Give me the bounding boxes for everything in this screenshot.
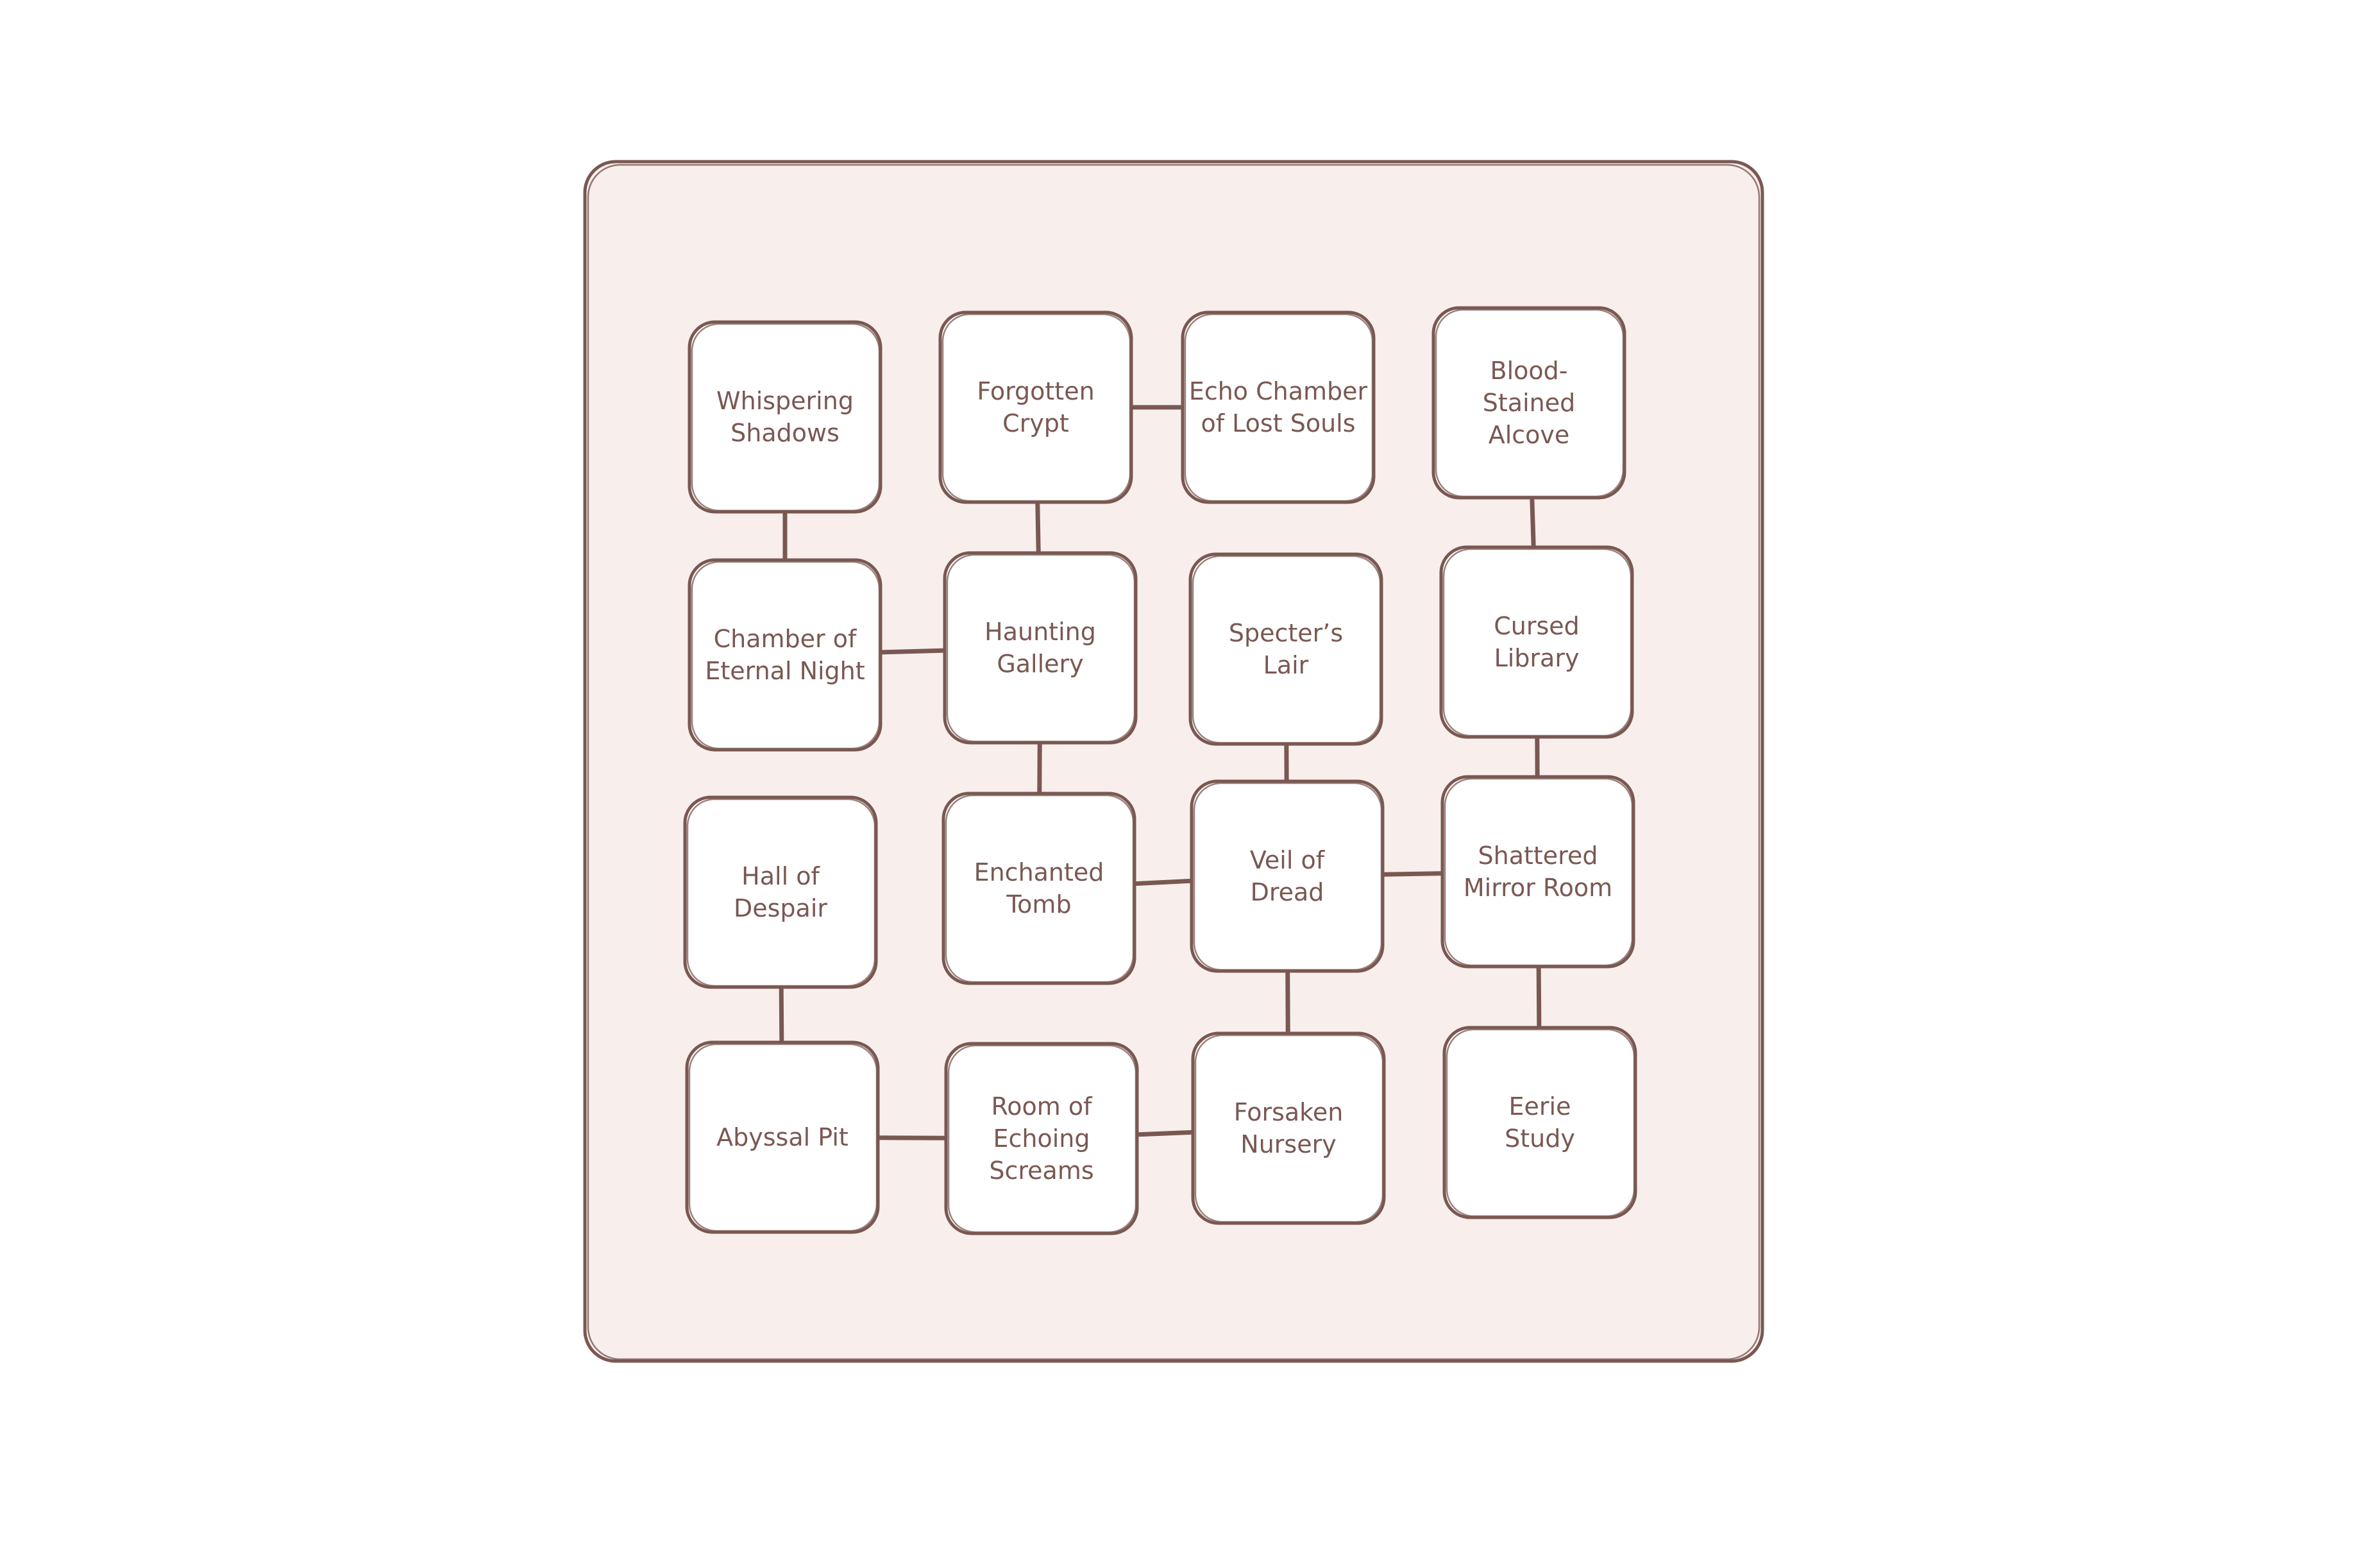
room-label-line: Echoing <box>993 1124 1090 1153</box>
room-enchanted-tomb[interactable]: Enchanted Tomb <box>941 792 1136 985</box>
room-specters-lair[interactable]: Specter’s Lair <box>1188 552 1383 746</box>
room-label-line: Eerie <box>1509 1092 1571 1121</box>
room-hall-of-despair[interactable]: Hall of Despair <box>683 795 878 989</box>
room-echo-chamber-of-lost-souls[interactable]: Echo Chamber of Lost Souls <box>1181 310 1376 504</box>
connector-veil-of-dread-to-shattered-mirror-room <box>1380 871 1445 877</box>
room-label-line: Mirror Room <box>1464 874 1612 902</box>
room-box <box>688 558 882 752</box>
room-forsaken-nursery[interactable]: Forsaken Nursery <box>1191 1031 1386 1225</box>
room-label-line: Gallery <box>997 650 1083 678</box>
room-box <box>938 310 1133 504</box>
room-whispering-shadows[interactable]: Whispering Shadows <box>688 320 882 514</box>
room-label-line: Lair <box>1263 651 1309 679</box>
connector-abyssal-pit-to-room-of-echoing-screams <box>875 1135 949 1140</box>
room-label-line: Eternal Night <box>705 657 865 685</box>
room-label-line: Abyssal Pit <box>716 1123 848 1151</box>
room-box <box>688 320 882 514</box>
room-box <box>1191 1031 1386 1225</box>
room-label-line: Crypt <box>1002 409 1069 437</box>
room-label-line: Whispering <box>716 387 854 415</box>
room-label-line: Library <box>1494 644 1580 672</box>
room-label-line: Dread <box>1251 878 1324 906</box>
room-label-line: Enchanted <box>974 858 1104 886</box>
room-box <box>1190 779 1385 973</box>
room-label-line: Study <box>1505 1124 1575 1153</box>
connector-chamber-of-eternal-night-to-haunting-gallery <box>878 648 947 655</box>
room-box <box>1439 545 1634 739</box>
room-box <box>1188 552 1383 746</box>
room-label-line: Hall of <box>741 862 820 890</box>
room-haunting-gallery[interactable]: Haunting Gallery <box>943 551 1138 745</box>
room-eerie-study[interactable]: Eerie Study <box>1442 1026 1637 1219</box>
room-shattered-mirror-room[interactable]: Shattered Mirror Room <box>1440 775 1635 969</box>
room-box <box>1440 775 1635 969</box>
connector-enchanted-tomb-to-veil-of-dread <box>1132 878 1194 886</box>
room-label-line: Specter’s <box>1229 619 1343 647</box>
room-label-line: Cursed <box>1494 612 1580 640</box>
room-abyssal-pit[interactable]: Abyssal Pit <box>685 1040 880 1234</box>
room-label-line: Alcove <box>1489 421 1570 449</box>
connector-room-of-echoing-screams-to-forsaken-nursery <box>1135 1130 1195 1137</box>
room-label-line: Shadows <box>730 419 840 447</box>
room-label-line: Room of <box>992 1092 1093 1121</box>
room-label-line: Haunting <box>984 618 1096 646</box>
room-label-line: Screams <box>989 1156 1093 1185</box>
room-veil-of-dread[interactable]: Veil of Dread <box>1190 779 1385 973</box>
room-forgotten-crypt[interactable]: Forgotten Crypt <box>938 310 1133 504</box>
room-box <box>943 551 1138 745</box>
room-chamber-of-eternal-night[interactable]: Chamber of Eternal Night <box>688 558 882 752</box>
room-box <box>1181 310 1376 504</box>
room-label-line: Chamber of <box>714 625 857 653</box>
connector-hall-of-despair-to-abyssal-pit <box>779 985 784 1045</box>
haunted-rooms-diagram: Whispering Shadows Forgotten Crypt Echo Cham… <box>583 160 1764 1363</box>
room-label-line: Forsaken <box>1234 1098 1344 1126</box>
room-label-line: Despair <box>734 894 827 922</box>
room-room-of-echoing-screams[interactable]: Room of Echoing Screams <box>944 1042 1139 1235</box>
room-label-line: Blood- <box>1490 357 1568 385</box>
room-label-line: Shattered <box>1478 842 1598 870</box>
room-cursed-library[interactable]: Cursed Library <box>1439 545 1634 739</box>
room-label-line: Stained <box>1483 389 1575 417</box>
room-box <box>683 795 878 989</box>
room-label-line: Tomb <box>1006 890 1071 919</box>
room-label-line: Echo Chamber <box>1189 377 1368 405</box>
room-label-line: Veil of <box>1250 846 1326 874</box>
room-label-line: Nursery <box>1240 1130 1336 1158</box>
room-blood-stained-alcove[interactable]: Blood- Stained Alcove <box>1431 306 1626 500</box>
connector-blood-stained-alcove-to-cursed-library <box>1530 495 1536 550</box>
room-box <box>941 792 1136 985</box>
room-box <box>1442 1026 1637 1219</box>
room-label-line: Forgotten <box>977 377 1094 405</box>
room-label-line: of Lost Souls <box>1201 409 1355 437</box>
